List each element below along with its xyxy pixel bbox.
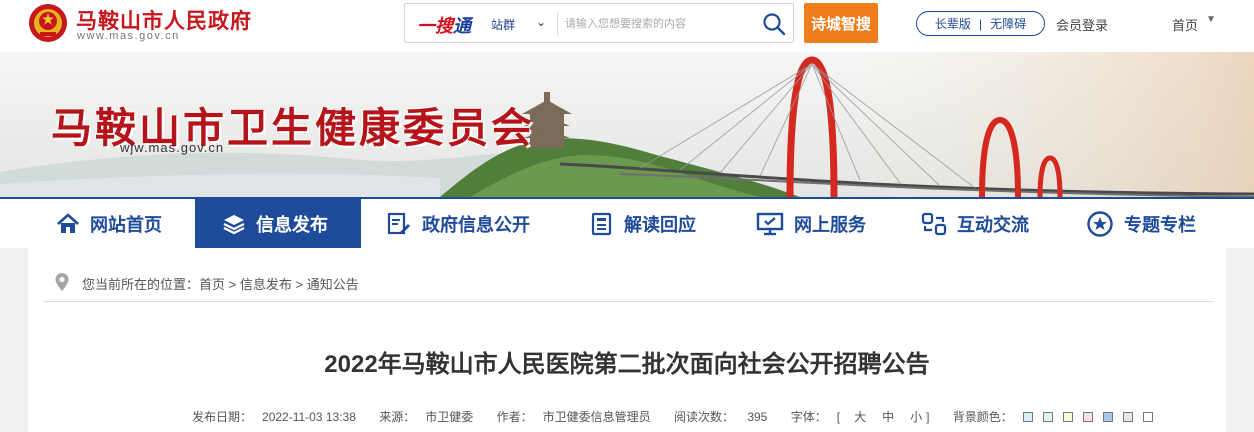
nav-item-info-release[interactable]: 信息发布: [195, 199, 361, 248]
star-icon: [1087, 210, 1113, 237]
view-count-value: 395: [747, 410, 768, 424]
login-link[interactable]: 会员登录: [1056, 15, 1108, 34]
breadcrumb-prefix: 您当前所在的位置：: [82, 277, 200, 292]
bg-color-label: 背景颜色：: [952, 410, 1013, 424]
nav-item-gov-info[interactable]: 政府信息公开: [386, 199, 530, 248]
main-nav: 网站首页 信息发布 政府信息公开 解读回应 网上服务 互动交流 专题专栏: [0, 197, 1254, 248]
nav-item-online-service[interactable]: 网上服务: [756, 199, 866, 248]
article-title: 2022年马鞍山市人民医院第二批次面向社会公开招聘公告: [324, 351, 930, 378]
top-bar: 马鞍山市人民政府 www.mas.gov.cn 一搜通 站群 ⌄ 诗城智搜 长辈…: [0, 0, 1254, 52]
font-size-label: 字体：: [790, 410, 827, 424]
search-icon[interactable]: [761, 11, 787, 37]
breadcrumb-separator: >: [295, 277, 304, 292]
monitor-icon: [756, 212, 784, 235]
source-label: 来源：: [379, 410, 416, 424]
bg-color-swatch-4[interactable]: [1102, 412, 1113, 422]
breadcrumb: 您当前所在的位置：首页 > 信息发布 > 通知公告: [44, 270, 1214, 302]
bg-color-swatch-6[interactable]: [1142, 412, 1153, 422]
search-scope-select[interactable]: 站群: [491, 16, 515, 33]
exchange-icon: [921, 212, 947, 235]
font-bracket-close: ]: [926, 410, 930, 424]
view-count-label: 阅读次数：: [673, 410, 734, 424]
nav-item-interpretation[interactable]: 解读回应: [590, 199, 696, 248]
breadcrumb-home[interactable]: 首页: [199, 277, 225, 292]
font-bracket-open: [: [836, 410, 841, 424]
publish-date-value: 2022-11-03 13:38: [262, 410, 356, 424]
accessibility-toggle: 长辈版 | 无障碍: [916, 11, 1045, 36]
nav-item-label: 政府信息公开: [422, 214, 530, 235]
search-bar: 一搜通 站群 ⌄: [404, 3, 794, 43]
chevron-down-icon[interactable]: ⌄: [536, 15, 546, 29]
author-label: 作者：: [496, 410, 533, 424]
smart-search-button[interactable]: 诗城智搜: [804, 3, 878, 43]
location-pin-icon: [55, 273, 69, 291]
document-edit-icon: [387, 212, 410, 234]
nav-item-label: 专题专栏: [1124, 214, 1196, 235]
search-logo: 一搜通: [417, 12, 471, 38]
breadcrumb-trail: 您当前所在的位置：首页 > 信息发布 > 通知公告: [82, 274, 359, 293]
search-divider: [557, 13, 558, 35]
source-value: 市卫健委: [425, 410, 474, 424]
home-icon: [57, 213, 79, 233]
background-color-control: 背景颜色：: [953, 410, 1173, 424]
search-logo-prefix: 一搜: [417, 16, 453, 36]
breadcrumb-info-release[interactable]: 信息发布: [240, 277, 292, 292]
nav-item-label: 信息发布: [256, 214, 328, 235]
publish-date: 发布日期： 2022-11-03 13:38: [192, 410, 366, 424]
caret-down-icon[interactable]: ▼: [1206, 14, 1216, 25]
author-value: 市卫健委信息管理员: [542, 410, 651, 424]
national-emblem-icon: [29, 4, 67, 42]
bg-color-swatches: [1022, 410, 1163, 424]
access-separator: |: [978, 16, 983, 31]
font-size-large[interactable]: 大: [854, 410, 866, 424]
nav-item-label: 网上服务: [794, 214, 866, 235]
font-size-small[interactable]: 小: [910, 410, 922, 424]
search-logo-suffix: 通: [453, 16, 471, 36]
breadcrumb-separator: >: [228, 277, 237, 292]
view-count: 阅读次数： 395: [674, 410, 777, 424]
publish-date-label: 发布日期：: [192, 410, 253, 424]
notebook-icon: [591, 212, 612, 235]
home-link[interactable]: 首页: [1172, 15, 1198, 34]
font-size-control: 字体： [ 大 中 小]: [791, 410, 940, 424]
search-input[interactable]: [565, 13, 750, 35]
bg-color-swatch-1[interactable]: [1042, 412, 1053, 422]
breadcrumb-notice[interactable]: 通知公告: [307, 277, 359, 292]
article-panel: 您当前所在的位置：首页 > 信息发布 > 通知公告 2022年马鞍山市人民医院第…: [28, 248, 1226, 432]
bg-color-swatch-5[interactable]: [1122, 412, 1133, 422]
bg-color-swatch-3[interactable]: [1082, 412, 1093, 422]
source: 来源： 市卫健委: [379, 410, 483, 424]
article-meta: 发布日期： 2022-11-03 13:38 来源： 市卫健委 作者： 市卫健委信息管…: [192, 408, 1183, 425]
bg-color-swatch-0[interactable]: [1022, 412, 1033, 422]
site-domain: www.mas.gov.cn: [77, 30, 180, 42]
nav-item-label: 互动交流: [957, 214, 1029, 235]
banner-domain: wjw.mas.gov.cn: [120, 140, 225, 155]
bg-color-swatch-2[interactable]: [1062, 412, 1073, 422]
nav-item-home[interactable]: 网站首页: [56, 199, 162, 248]
accessibility-link[interactable]: 无障碍: [990, 15, 1026, 32]
banner: 马鞍山市卫生健康委员会 wjw.mas.gov.cn: [0, 52, 1254, 197]
nav-item-interaction[interactable]: 互动交流: [921, 199, 1029, 248]
elder-mode-link[interactable]: 长辈版: [935, 15, 971, 32]
font-size-medium[interactable]: 中: [882, 410, 894, 424]
nav-item-label: 解读回应: [624, 214, 696, 235]
nav-item-label: 网站首页: [90, 214, 162, 235]
nav-item-special-topics[interactable]: 专题专栏: [1086, 199, 1196, 248]
author: 作者： 市卫健委信息管理员: [497, 410, 661, 424]
layers-icon: [223, 214, 245, 234]
